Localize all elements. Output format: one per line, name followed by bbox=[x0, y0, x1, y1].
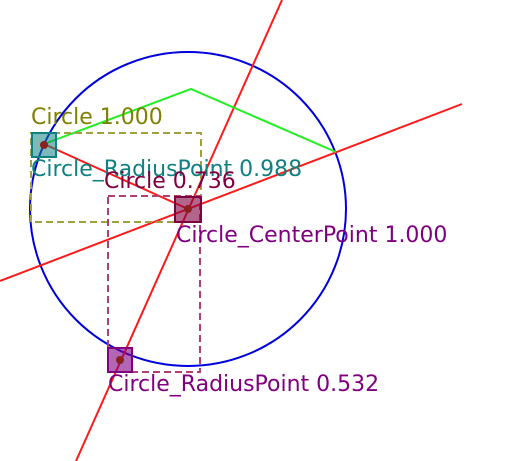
circle-2-label: Circle 0.736 bbox=[104, 169, 236, 194]
radius-point-1-dot bbox=[40, 141, 48, 149]
center-point-label: Circle_CenterPoint 1.000 bbox=[176, 223, 447, 248]
diagram-canvas: Circle 1.000 Circle_RadiusPoint 0.988 Ci… bbox=[0, 0, 512, 461]
center-point-dot bbox=[184, 205, 192, 213]
radius-point-2-label: Circle_RadiusPoint 0.532 bbox=[108, 372, 379, 397]
detection-diagram: Circle 1.000 Circle_RadiusPoint 0.988 Ci… bbox=[0, 0, 463, 461]
circle-label: Circle 1.000 bbox=[31, 105, 163, 130]
radius-point-2-dot bbox=[116, 356, 124, 364]
